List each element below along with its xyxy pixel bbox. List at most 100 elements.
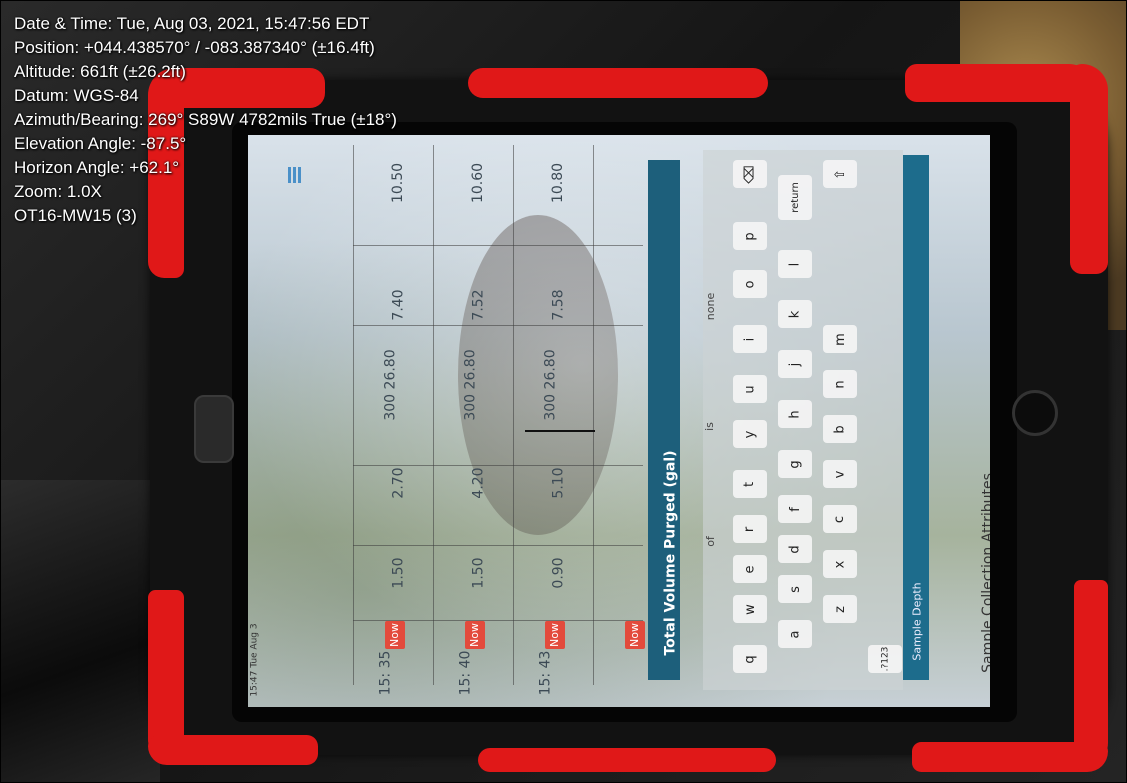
- table-cell: 7.52: [470, 289, 487, 321]
- key-n[interactable]: n: [823, 370, 857, 398]
- table-cell: 300 26.80: [462, 349, 479, 421]
- key-g[interactable]: g: [778, 450, 812, 478]
- text-cursor: [525, 430, 595, 432]
- key-label: m: [832, 332, 848, 346]
- suggestion[interactable]: is: [703, 422, 716, 431]
- table-cell: 300 26.80: [382, 349, 399, 421]
- key-label: t: [742, 481, 758, 487]
- key-r[interactable]: r: [733, 515, 767, 543]
- key-label: i: [742, 337, 758, 341]
- shift-key[interactable]: ⇧: [823, 160, 857, 188]
- zoom-text: Zoom: 1.0X: [14, 182, 102, 201]
- now-button[interactable]: Now: [625, 621, 645, 649]
- altitude-text: Altitude: 661ft (±26.2ft): [14, 62, 186, 81]
- key-label: s: [787, 585, 803, 593]
- position-text: Position: +044.438570° / -083.387340° (±…: [14, 38, 375, 57]
- key-label: v: [832, 470, 848, 478]
- key-label: h: [787, 409, 803, 419]
- bumper-bottom-center: [478, 748, 776, 772]
- on-screen-keyboard: of is none q w e r t y u i o p a s d f g…: [703, 150, 903, 690]
- key-w[interactable]: w: [733, 595, 767, 623]
- key-label: b: [832, 424, 848, 434]
- key-label: y: [742, 430, 758, 438]
- key-label: p: [742, 231, 758, 241]
- key-label: j: [787, 362, 803, 366]
- key-b[interactable]: b: [823, 415, 857, 443]
- bumper-top-right: [905, 64, 1095, 102]
- key-m[interactable]: m: [823, 325, 857, 353]
- table-cell: 300 26.80: [542, 349, 559, 421]
- key-a[interactable]: a: [778, 620, 812, 648]
- key-x[interactable]: x: [823, 550, 857, 578]
- key-t[interactable]: t: [733, 470, 767, 498]
- table-cell-time: 15: 35: [377, 650, 394, 696]
- key-u[interactable]: u: [733, 375, 767, 403]
- key-label: return: [789, 182, 801, 213]
- delete-key[interactable]: ⌫: [733, 160, 767, 188]
- sample-depth-label: Sample Depth: [910, 582, 924, 661]
- table-cell: 4.20: [470, 467, 487, 499]
- section-title: Sample Collection Attributes: [979, 473, 990, 673]
- return-key[interactable]: return: [778, 175, 812, 220]
- key-f[interactable]: f: [778, 495, 812, 523]
- key-h[interactable]: h: [778, 400, 812, 428]
- status-bar-time: 15:47 Tue Aug 3: [249, 623, 260, 697]
- key-label: e: [742, 565, 758, 573]
- key-label: c: [832, 515, 848, 523]
- key-label: u: [742, 384, 758, 394]
- table-cell-active[interactable]: 5.10: [551, 467, 567, 498]
- now-button[interactable]: Now: [385, 621, 405, 649]
- delete-icon: ⌫: [742, 164, 758, 184]
- table-cell-time: 15: 40: [457, 650, 474, 696]
- key-label: x: [832, 560, 848, 568]
- key-o[interactable]: o: [733, 270, 767, 298]
- horizon-angle-text: Horizon Angle: +62.1°: [14, 158, 180, 177]
- azimuth-text: Azimuth/Bearing: 269° S89W 4782mils True…: [14, 110, 397, 129]
- key-label: q: [742, 654, 758, 664]
- location-label: OT16-MW15 (3): [14, 206, 137, 225]
- key-v[interactable]: v: [823, 460, 857, 488]
- key-j[interactable]: j: [778, 350, 812, 378]
- key-label: o: [742, 280, 758, 288]
- key-e[interactable]: e: [733, 555, 767, 583]
- key-l[interactable]: l: [778, 250, 812, 278]
- elevation-angle-text: Elevation Angle: -87.5°: [14, 134, 187, 153]
- table-cell: 1.50: [470, 557, 487, 589]
- key-label: d: [787, 544, 803, 554]
- key-label: w: [742, 603, 758, 615]
- table-cell: 7.40: [390, 289, 407, 321]
- table-cell: 0.90: [550, 557, 567, 589]
- key-label: .?123: [879, 646, 890, 672]
- key-label: k: [787, 310, 803, 318]
- key-label: l: [787, 262, 803, 266]
- table-cell: 7.58: [550, 289, 567, 321]
- now-button[interactable]: Now: [545, 621, 565, 649]
- table-cell: 1.50: [390, 557, 407, 589]
- now-button[interactable]: Now: [465, 621, 485, 649]
- key-z[interactable]: z: [823, 595, 857, 623]
- table-cell: 10.60: [470, 162, 487, 204]
- key-label: n: [832, 379, 848, 389]
- key-d[interactable]: d: [778, 535, 812, 563]
- key-q[interactable]: q: [733, 645, 767, 673]
- key-s[interactable]: s: [778, 575, 812, 603]
- home-button: [1012, 390, 1058, 436]
- shift-icon: ⇧: [832, 168, 848, 180]
- table-cell: 10.80: [550, 162, 567, 204]
- bumper-bottom-right-side: [1074, 580, 1108, 770]
- table-cell-time: 15: 43: [537, 650, 554, 696]
- suggestion[interactable]: none: [704, 293, 717, 320]
- key-i[interactable]: i: [733, 325, 767, 353]
- key-label: a: [787, 630, 803, 638]
- photo-scene: 15:47 Tue Aug 3 15: 35 Now 1.50 2.70 300…: [0, 0, 1127, 783]
- numbers-key[interactable]: .?123: [868, 645, 902, 673]
- key-p[interactable]: p: [733, 222, 767, 250]
- datum-text: Datum: WGS-84: [14, 86, 139, 105]
- field-label: Total Volume Purged (gal): [662, 450, 679, 656]
- key-k[interactable]: k: [778, 300, 812, 328]
- key-c[interactable]: c: [823, 505, 857, 533]
- key-label: r: [742, 526, 758, 532]
- suggestion[interactable]: of: [704, 536, 717, 547]
- key-y[interactable]: y: [733, 420, 767, 448]
- black-bag: [0, 480, 160, 783]
